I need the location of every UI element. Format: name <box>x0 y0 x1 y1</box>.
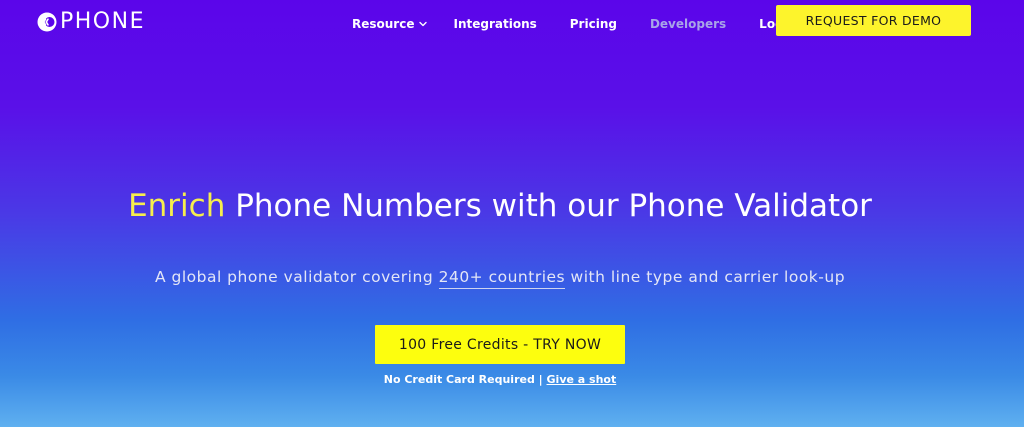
no-credit-card-note: No Credit Card Required | Give a shot <box>0 373 1000 386</box>
page: PHONE Resource Integrations Pricing Deve… <box>0 0 1024 427</box>
nav-item-integrations[interactable]: Integrations <box>453 17 536 31</box>
note-text: No Credit Card Required | <box>383 373 547 386</box>
brand-name: PHONE <box>60 9 145 34</box>
countries-link[interactable]: 240+ countries <box>438 268 566 289</box>
nav-item-label: Pricing <box>569 17 617 31</box>
nav-item-pricing[interactable]: Pricing <box>570 17 617 31</box>
nav-item-label: Integrations <box>453 17 537 31</box>
nav-item-developers[interactable]: Developers <box>650 17 726 31</box>
nav-item-label: Resource <box>352 17 415 31</box>
hero-title-rest: Phone Numbers with our Phone Validator <box>225 188 872 224</box>
nav-item-label: Developers <box>649 17 727 31</box>
request-demo-button[interactable]: REQUEST FOR DEMO <box>776 5 971 36</box>
brand-logo[interactable]: PHONE <box>36 9 145 34</box>
hero-subtitle: A global phone validator covering 240+ c… <box>0 268 1000 289</box>
chevron-down-icon <box>419 21 428 27</box>
give-a-shot-link[interactable]: Give a shot <box>547 373 617 386</box>
main-nav: Resource Integrations Pricing Developers… <box>352 16 796 32</box>
hero-title-accent: Enrich <box>128 188 226 224</box>
try-now-button[interactable]: 100 Free Credits - TRY NOW <box>375 325 625 364</box>
hero-subtitle-after: with line type and carrier look-up <box>565 268 846 286</box>
nav-item-resource[interactable]: Resource <box>352 17 428 31</box>
hero-title: Enrich Phone Numbers with our Phone Vali… <box>0 188 1000 224</box>
phone-c-logo-icon <box>37 12 57 31</box>
hero-subtitle-before: A global phone validator covering <box>154 268 439 286</box>
